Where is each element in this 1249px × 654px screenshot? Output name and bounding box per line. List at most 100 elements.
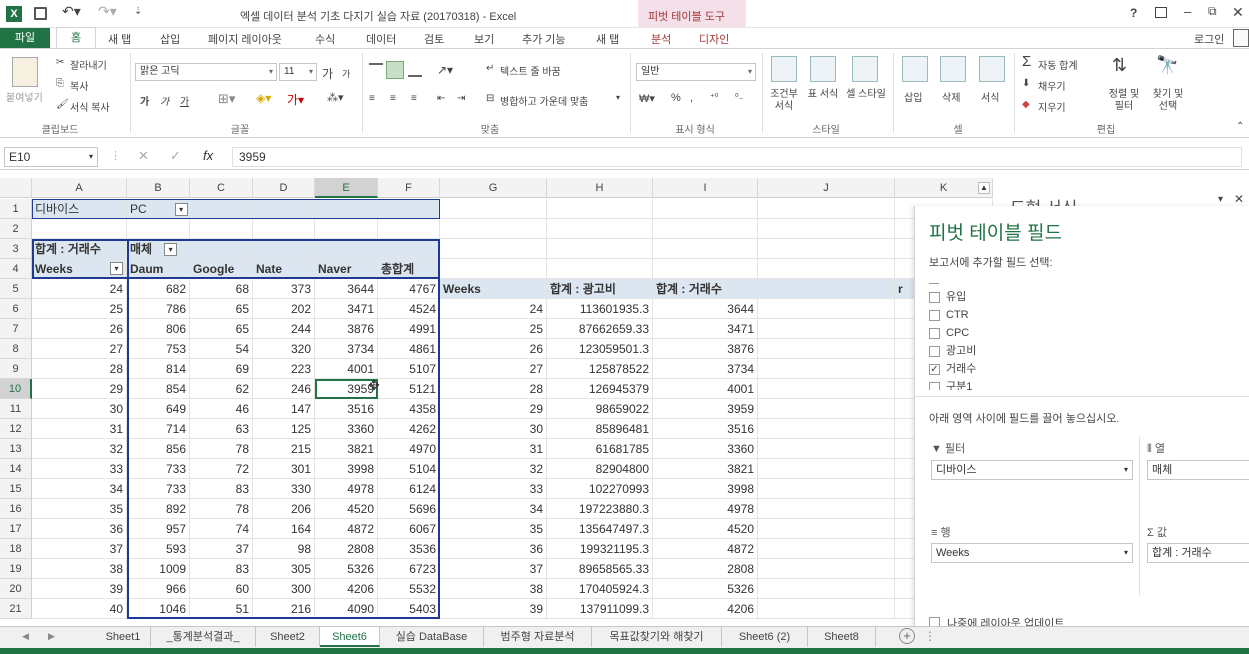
align-bottom-icon[interactable] [408,63,422,77]
user-avatar-icon[interactable] [1233,29,1249,47]
pivot-value-cell[interactable]: 4206 [315,579,378,599]
pivot-value-cell[interactable]: 4872 [315,519,378,539]
insert-function-icon[interactable]: fx [203,148,213,163]
italic-button[interactable]: 가 [160,93,169,108]
cell[interactable] [253,239,315,259]
pivot-value-cell[interactable]: 147 [253,399,315,419]
cell[interactable] [758,459,895,479]
border-icon[interactable]: ⊞▾ [218,91,235,107]
pivot2-cell[interactable]: 3959 [653,399,758,419]
field-checkbox[interactable] [929,345,940,357]
row-header-6[interactable]: 6 [0,299,32,319]
pivot-value-cell[interactable]: 4090 [315,599,378,619]
pivot-value-cell[interactable]: 4358 [378,399,440,419]
cell[interactable] [440,239,547,259]
pivot-value-cell[interactable]: 6124 [378,479,440,499]
pivot-value-cell[interactable]: 856 [127,439,190,459]
pivot-value-cell[interactable]: 68 [190,279,253,299]
pivot2-header[interactable]: Weeks [440,279,547,299]
delete-cells-icon[interactable] [940,56,966,82]
cell[interactable] [127,219,190,239]
cell[interactable] [547,199,653,219]
conditional-format-button[interactable]: 조건부 서식 [766,89,802,113]
pivot2-cell[interactable]: 82904800 [547,459,653,479]
cell[interactable] [253,199,315,219]
pivot-value-cell[interactable]: 206 [253,499,315,519]
pivot2-header[interactable]: 합계 : 거래수 [653,279,758,299]
cell[interactable] [758,199,895,219]
pivot-value-cell[interactable]: 3536 [378,539,440,559]
pivot-value-cell[interactable]: 373 [253,279,315,299]
field-item[interactable]: 유입 [929,290,966,306]
pivot-value-cell[interactable]: 3360 [315,419,378,439]
pivot-value-cell[interactable]: 246 [253,379,315,399]
paste-icon[interactable] [12,57,38,87]
collapse-ribbon-icon[interactable]: ⌃ [1236,121,1244,132]
cell[interactable] [378,239,440,259]
pivot2-cell[interactable]: 33 [440,479,547,499]
row-header-10[interactable]: 10 [0,379,32,399]
pivot-value-cell[interactable]: 33 [32,459,127,479]
pivot-value-cell[interactable]: 62 [190,379,253,399]
pivot2-cell[interactable]: 3471 [653,319,758,339]
sheet-tab[interactable]: 범주형 자료분석 [484,627,592,647]
pivot-value-cell[interactable]: 4001 [315,359,378,379]
cancel-icon[interactable]: ✕ [138,148,149,164]
pivot-value-cell[interactable]: 25 [32,299,127,319]
pivot-value-cell[interactable]: 330 [253,479,315,499]
pivot-value-cell[interactable]: 1009 [127,559,190,579]
pivot-value-cell[interactable]: 63 [190,419,253,439]
field-item[interactable]: CPC [929,326,969,342]
pivot-value-cell[interactable]: 37 [32,539,127,559]
pivot2-cell[interactable]: 4978 [653,499,758,519]
rows-area-item[interactable]: Weeks ▾ [931,543,1133,563]
row-header-2[interactable]: 2 [0,219,32,239]
pivot-column-header[interactable]: Nate [253,259,315,279]
pivot2-cell[interactable]: 36 [440,539,547,559]
sheet-tab[interactable]: _통계분석결과_ [151,627,256,647]
cell[interactable] [547,219,653,239]
pivot-value-cell[interactable]: 682 [127,279,190,299]
cut-button[interactable]: 잘라내기 [70,57,107,72]
pivot2-cell[interactable]: 24 [440,299,547,319]
cell[interactable] [315,199,378,219]
pivot-row-label[interactable]: Weeks ▾ [32,259,127,279]
row-header-19[interactable]: 19 [0,559,32,579]
increase-decimal-icon[interactable]: ⁺⁰ [710,92,718,103]
pivot-value-cell[interactable]: 4520 [315,499,378,519]
tab-new-2[interactable]: 새 탭 [596,31,619,47]
pivot2-cell[interactable]: 3644 [653,299,758,319]
fill-button[interactable]: 채우기 [1038,78,1066,93]
pivot-filter-value[interactable]: PC ▾ [127,199,190,219]
pivot-value-cell[interactable]: 5403 [378,599,440,619]
pivot-value-cell[interactable]: 31 [32,419,127,439]
close-button[interactable]: ✕ [1232,4,1244,21]
percent-icon[interactable]: % [671,92,681,104]
sheet-tab[interactable]: Sheet8 [808,627,876,647]
pivot-value-cell[interactable]: 83 [190,559,253,579]
pivot2-cell[interactable]: 3360 [653,439,758,459]
pivot2-cell[interactable]: 35 [440,519,547,539]
column-header-I[interactable]: I [653,178,758,198]
row-header-1[interactable]: 1 [0,199,32,219]
pivot2-cell[interactable]: 26 [440,339,547,359]
pivot-value-cell[interactable]: 98 [253,539,315,559]
phonetic-icon[interactable]: ⁂▾ [327,91,344,104]
pivot2-cell[interactable]: 199321195.3 [547,539,653,559]
cell[interactable] [653,239,758,259]
qat-customize-icon[interactable]: ⇣ [134,6,142,17]
tab-new[interactable]: 새 탭 [108,31,131,47]
columns-area-item[interactable]: 매체 [1147,460,1249,480]
row-header-5[interactable]: 5 [0,279,32,299]
cell[interactable] [758,319,895,339]
pivot2-cell[interactable]: 27 [440,359,547,379]
redo-icon[interactable]: ↷▾ [98,3,117,20]
sign-in-link[interactable]: 로그인 [1194,31,1224,47]
pivot2-cell[interactable]: 3998 [653,479,758,499]
pivot-value-cell[interactable]: 216 [253,599,315,619]
tab-page-layout[interactable]: 페이지 레이아웃 [208,31,282,47]
format-as-table-icon[interactable] [810,56,836,82]
cell[interactable] [653,259,758,279]
pivot2-cell[interactable]: 30 [440,419,547,439]
fill-color-icon[interactable]: ◈▾ [256,91,271,105]
